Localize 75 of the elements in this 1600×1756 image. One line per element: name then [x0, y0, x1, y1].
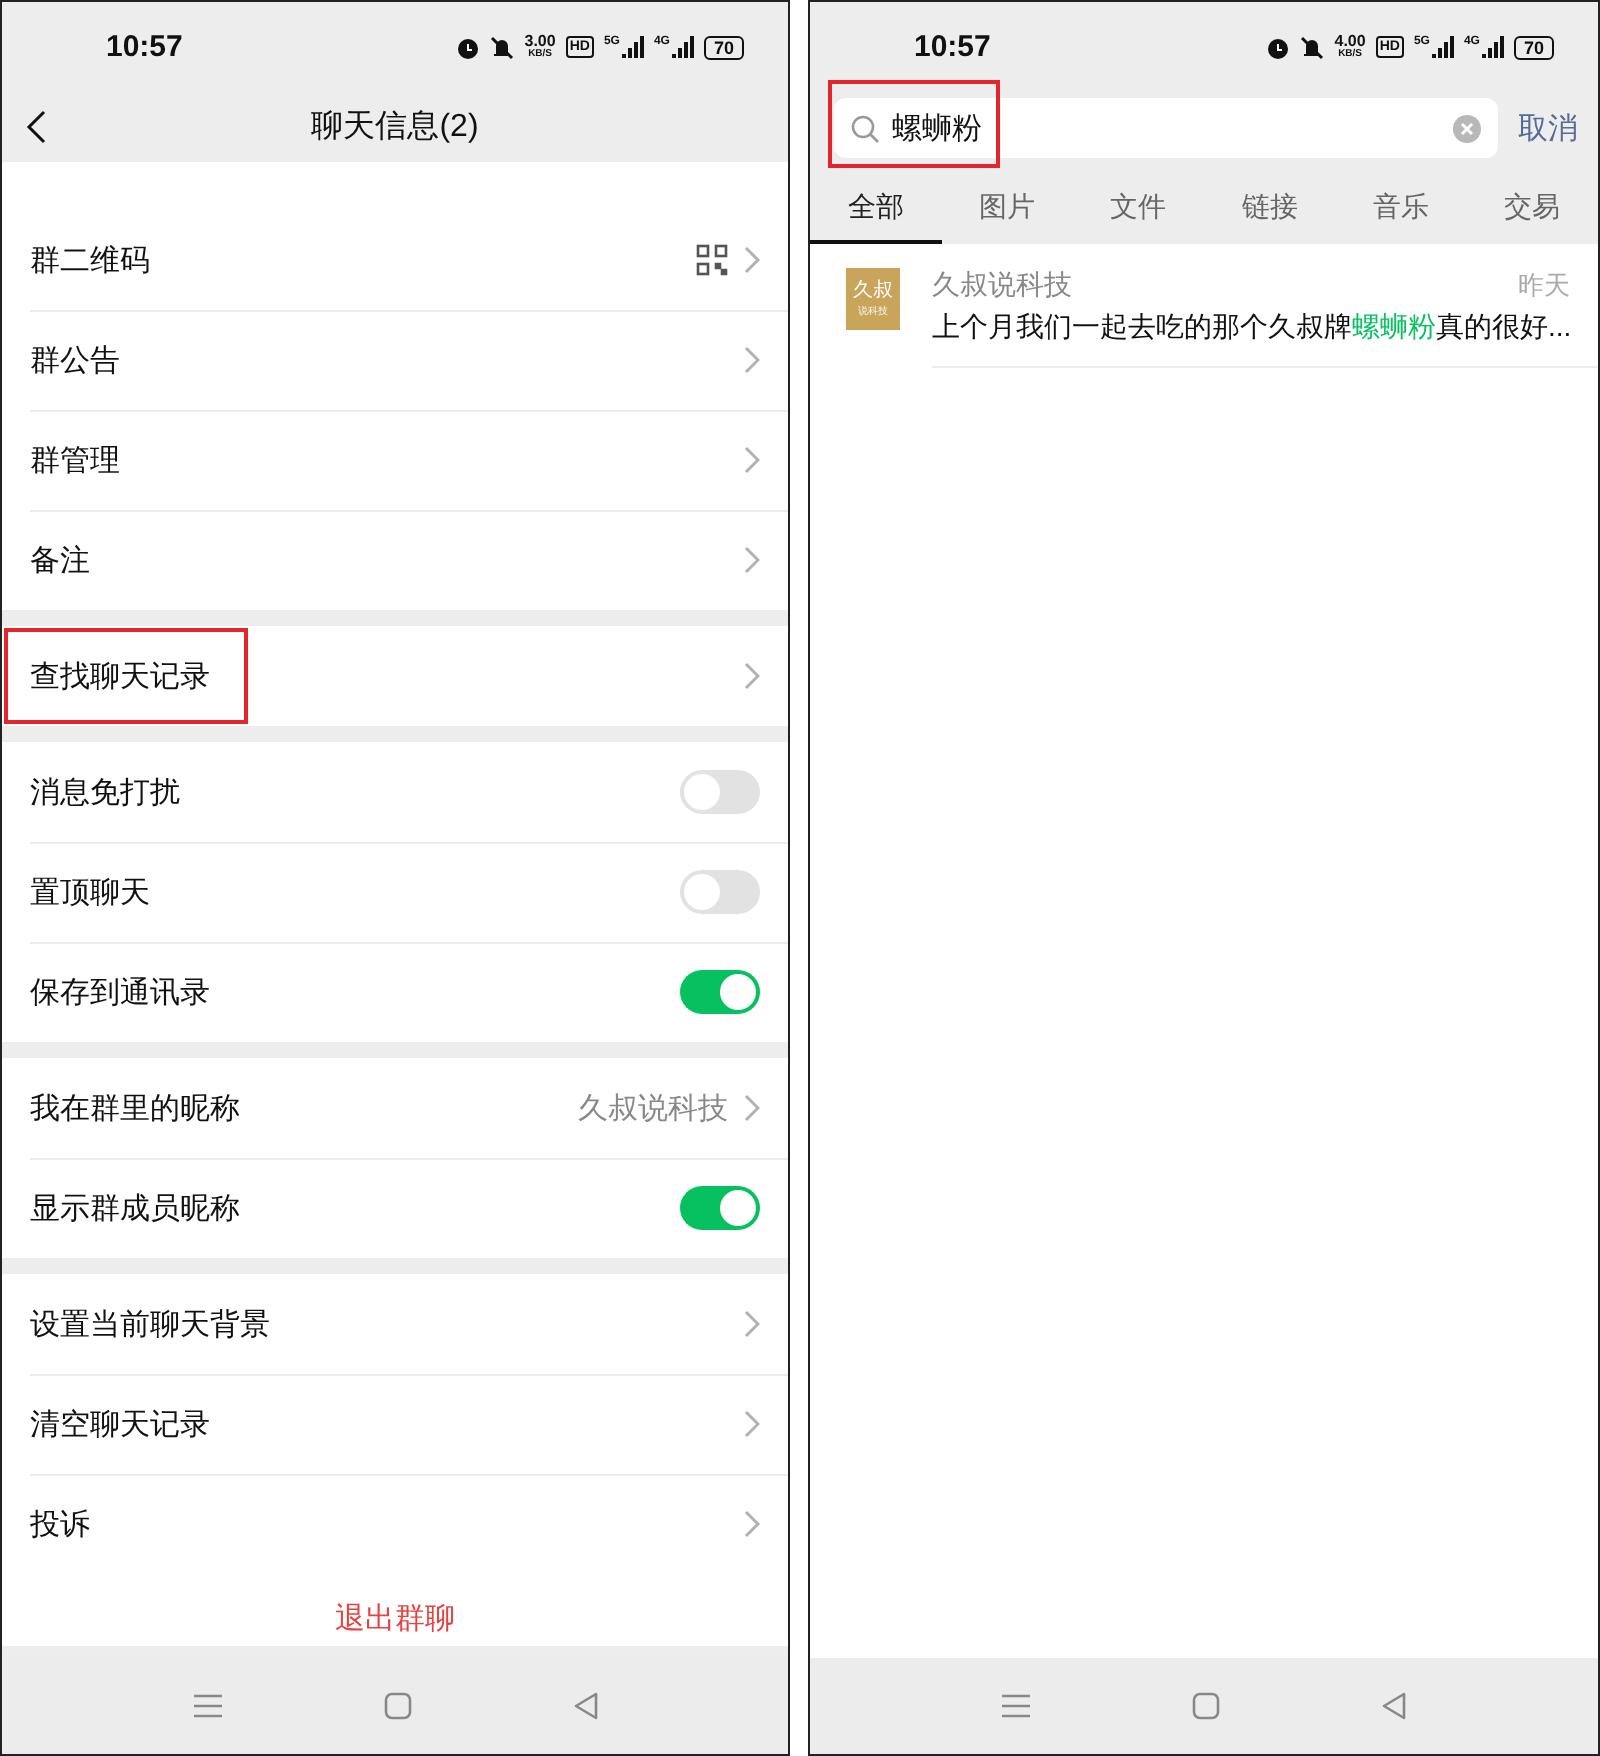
- chevron-icon: [744, 1510, 760, 1538]
- signal-icon: [671, 36, 694, 58]
- muted-bell-icon: [490, 35, 515, 59]
- status-time: 10:57: [106, 30, 183, 64]
- setting-row[interactable]: 群管理: [2, 410, 788, 510]
- filter-tab[interactable]: 链接: [1204, 172, 1336, 244]
- home-square-icon[interactable]: [383, 1692, 411, 1720]
- setting-row[interactable]: 我在群里的昵称 久叔说科技: [2, 1058, 788, 1158]
- battery-level: 70: [703, 35, 744, 59]
- setting-row[interactable]: 投诉: [2, 1474, 788, 1574]
- page-title: 聊天信息(2): [311, 108, 479, 148]
- battery-level: 70: [1513, 35, 1554, 59]
- setting-row[interactable]: 清空聊天记录: [2, 1374, 788, 1474]
- status-time: 10:57: [914, 30, 991, 64]
- nickname-value: 久叔说科技: [578, 1089, 728, 1127]
- back-icon[interactable]: [26, 110, 46, 144]
- qr-code-icon: [696, 244, 728, 276]
- signal-icon: [1431, 36, 1454, 58]
- message-snippet: 上个月我们一起去吃的那个久叔牌螺蛳粉真的很好...: [932, 310, 1570, 346]
- exit-group-button[interactable]: 退出群聊: [335, 1602, 455, 1638]
- setting-label: 备注: [30, 541, 90, 579]
- setting-row[interactable]: 显示群成员昵称: [2, 1158, 788, 1258]
- setting-label: 清空聊天记录: [30, 1405, 210, 1443]
- toggle-switch[interactable]: [680, 1186, 760, 1230]
- setting-row[interactable]: 消息免打扰: [2, 742, 788, 842]
- setting-label: 群公告: [30, 341, 120, 379]
- chevron-icon: [744, 662, 760, 690]
- filter-tab[interactable]: 音乐: [1335, 172, 1467, 244]
- setting-label: 消息免打扰: [30, 773, 180, 811]
- setting-row[interactable]: 群公告: [2, 310, 788, 410]
- menu-icon[interactable]: [1000, 1692, 1032, 1720]
- setting-row[interactable]: 保存到通讯录: [2, 942, 788, 1042]
- toggle-switch[interactable]: [680, 870, 760, 914]
- alarm-clock-icon: [1266, 35, 1291, 59]
- filter-tab[interactable]: 文件: [1072, 172, 1205, 244]
- chevron-icon: [744, 1094, 760, 1122]
- back-triangle-icon[interactable]: [1380, 1692, 1408, 1720]
- chevron-icon: [744, 246, 760, 274]
- signal-icon: [1481, 36, 1504, 58]
- setting-label: 群管理: [30, 441, 120, 479]
- search-input[interactable]: 螺蛳粉: [892, 111, 1440, 145]
- message-time: 昨天: [1518, 268, 1570, 304]
- network-speed: 3.00: [524, 34, 556, 50]
- setting-label: 投诉: [30, 1505, 90, 1543]
- setting-row[interactable]: 置顶聊天: [2, 842, 788, 942]
- chevron-icon: [744, 1410, 760, 1438]
- setting-label: 群二维码: [30, 241, 150, 279]
- filter-tab[interactable]: 交易: [1466, 172, 1598, 244]
- back-triangle-icon[interactable]: [571, 1692, 599, 1720]
- setting-row[interactable]: 备注: [2, 510, 788, 610]
- toggle-switch[interactable]: [680, 770, 760, 814]
- chevron-icon: [744, 346, 760, 374]
- setting-row[interactable]: 设置当前聊天背景: [2, 1274, 788, 1374]
- toggle-switch[interactable]: [680, 970, 760, 1014]
- setting-row[interactable]: 群二维码: [2, 210, 788, 310]
- chevron-icon: [744, 546, 760, 574]
- cancel-button[interactable]: 取消: [1518, 109, 1578, 147]
- home-square-icon[interactable]: [1192, 1692, 1220, 1720]
- setting-label: 置顶聊天: [30, 873, 150, 911]
- setting-label: 显示群成员昵称: [30, 1189, 240, 1227]
- filter-tab[interactable]: 图片: [941, 172, 1073, 244]
- alarm-clock-icon: [456, 35, 481, 59]
- signal-icon: [621, 36, 644, 58]
- clear-icon[interactable]: [1452, 113, 1482, 143]
- menu-icon[interactable]: [191, 1692, 223, 1720]
- setting-label: 查找聊天记录: [30, 657, 210, 695]
- chevron-icon: [744, 446, 760, 474]
- chevron-icon: [744, 1310, 760, 1338]
- search-icon: [850, 113, 880, 143]
- muted-bell-icon: [1300, 35, 1325, 59]
- setting-label: 我在群里的昵称: [30, 1089, 240, 1127]
- setting-label: 设置当前聊天背景: [30, 1305, 270, 1343]
- setting-label: 保存到通讯录: [30, 973, 210, 1011]
- chat-name: 久叔说科技: [932, 268, 1072, 304]
- network-speed: 4.00: [1334, 34, 1366, 50]
